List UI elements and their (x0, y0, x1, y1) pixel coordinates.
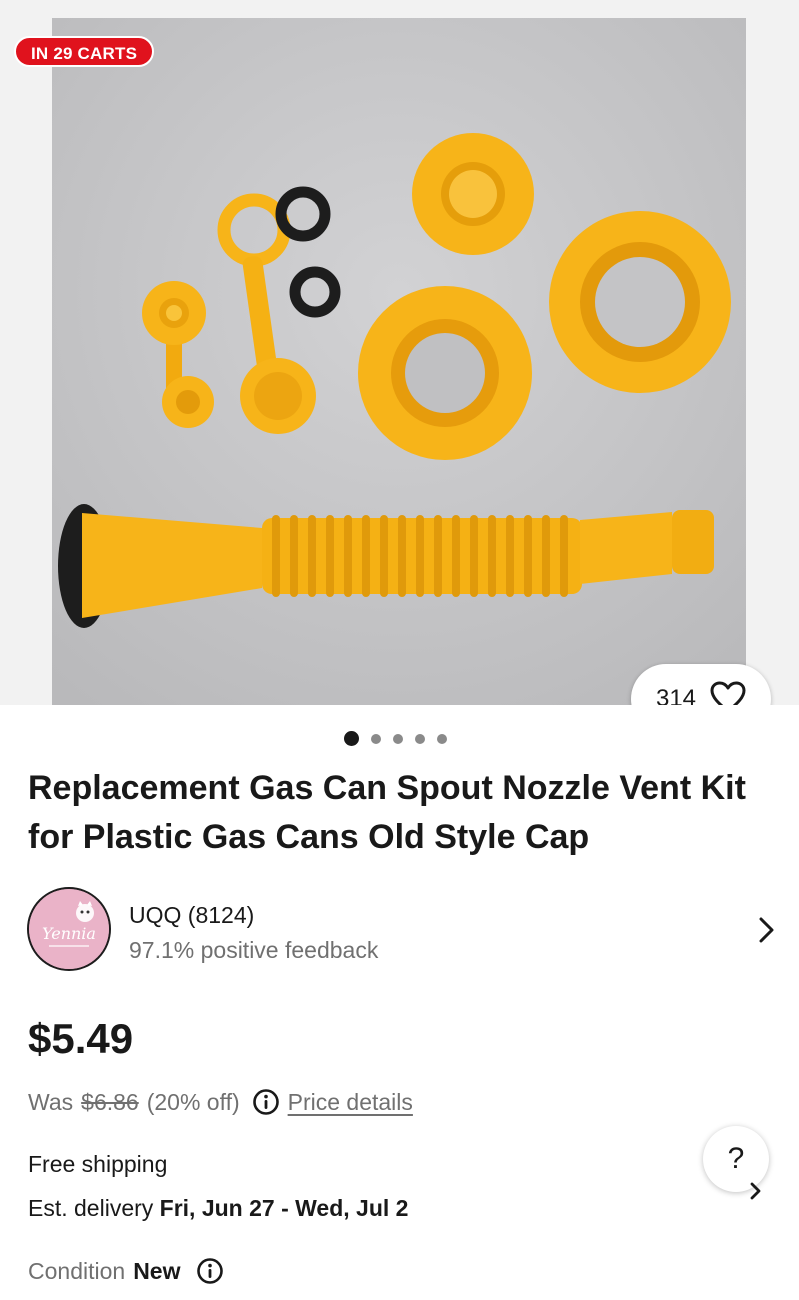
condition-row: Condition New (28, 1257, 224, 1285)
product-image-gallery[interactable]: IN 29 CARTS 314 (0, 0, 799, 705)
current-price: $5.49 (28, 1015, 134, 1062)
condition-value: New (133, 1257, 181, 1284)
watchers-count: 314 (655, 685, 697, 705)
heart-icon (710, 681, 746, 705)
product-photo[interactable] (52, 18, 746, 705)
seller-avatar: Yennia (27, 887, 111, 971)
carousel-dot[interactable] (437, 733, 447, 744)
product-title: Replacement Gas Can Spout Nozzle Vent Ki… (28, 769, 746, 856)
carousel-dot[interactable] (415, 733, 425, 744)
shipping-info: Free shipping (28, 1151, 168, 1177)
seller-feedback: 97.1% positive feedback (129, 937, 379, 963)
delivery-estimate: Est. delivery Fri, Jun 27 - Wed, Jul 2 (28, 1195, 408, 1222)
info-icon[interactable] (196, 1257, 224, 1285)
was-label: Was (28, 1088, 74, 1115)
chevron-right-icon[interactable] (757, 915, 777, 950)
discount-percent: (20% off) (146, 1088, 240, 1115)
watchlist-button[interactable]: 314 (631, 664, 771, 705)
carousel-indicator (344, 731, 447, 746)
seller-info-row[interactable]: Yennia UQQ (8124) 97.1% positive feedbac… (27, 887, 777, 973)
in-carts-badge: IN 29 CARTS (14, 36, 155, 67)
info-icon[interactable] (252, 1088, 280, 1116)
carousel-dot-active[interactable] (344, 731, 359, 746)
original-price: $6.86 (81, 1088, 139, 1115)
delivery-dates: Fri, Jun 27 - Wed, Jul 2 (159, 1195, 409, 1221)
delivery-label: Est. delivery (28, 1195, 154, 1221)
carousel-dot[interactable] (393, 733, 403, 744)
chevron-right-icon[interactable] (748, 1180, 764, 1207)
carousel-dot[interactable] (371, 733, 381, 744)
avatar-logo-text: Yennia (42, 924, 96, 943)
was-price-row: Was $6.86 (20% off) Price details (28, 1088, 413, 1116)
seller-name[interactable]: UQQ (8124) (129, 902, 254, 929)
condition-label: Condition (28, 1257, 126, 1284)
price-details-link[interactable]: Price details (288, 1089, 413, 1116)
